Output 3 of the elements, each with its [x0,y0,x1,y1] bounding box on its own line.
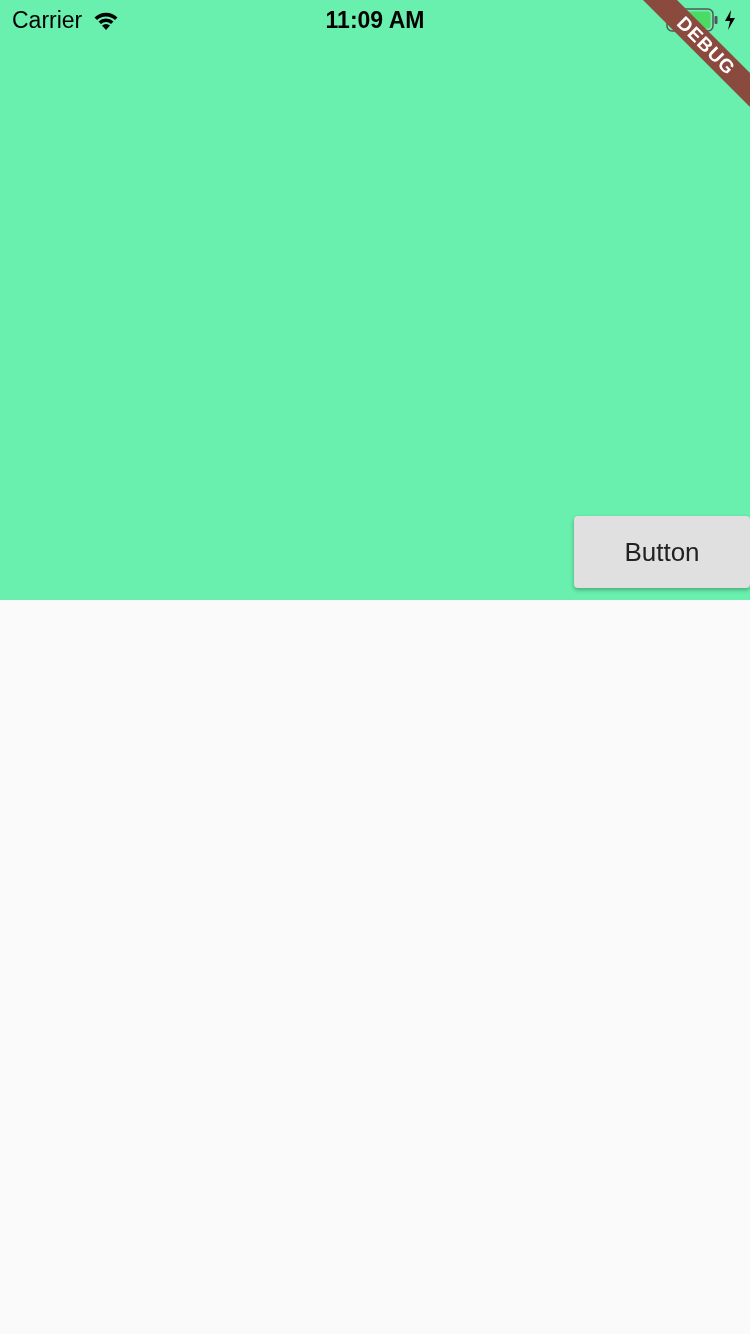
carrier-name: Carrier [12,6,83,34]
button[interactable]: Button [574,516,750,588]
status-time: 11:09 AM [325,6,425,34]
